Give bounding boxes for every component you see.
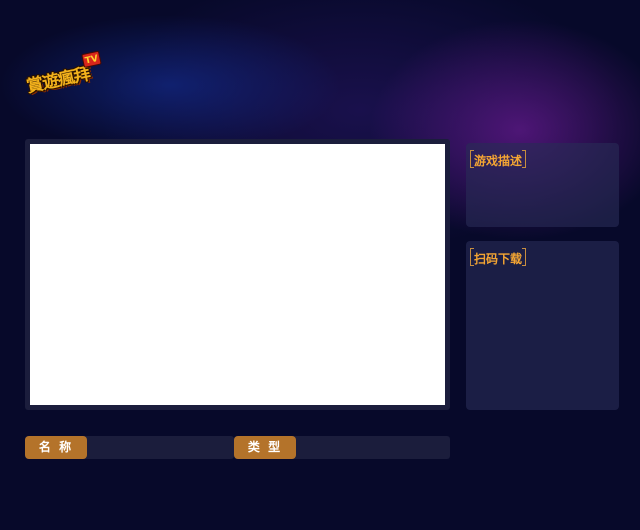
logo-tv-badge: TV — [81, 50, 102, 68]
game-name-bar: 名 称 — [25, 436, 234, 459]
bracket-left-decoration — [470, 150, 474, 168]
bracket-right-decoration — [522, 150, 527, 168]
game-type-bar: 类 型 — [234, 436, 450, 459]
game-description-title-text: 游戏描述 — [474, 154, 523, 168]
logo-text: 賞遊瘋拜 — [24, 64, 92, 98]
game-description-panel: 游戏描述 — [466, 143, 619, 227]
game-name-label: 名 称 — [25, 436, 87, 459]
scan-download-title-text: 扫码下载 — [474, 252, 523, 266]
game-description-title: 游戏描述 — [470, 150, 527, 171]
video-player-frame — [25, 139, 450, 410]
scan-download-panel: 扫码下载 — [466, 241, 619, 410]
scan-download-title: 扫码下载 — [470, 248, 527, 269]
bracket-left-decoration — [470, 248, 474, 266]
video-screen[interactable] — [30, 144, 445, 405]
bracket-right-decoration — [522, 248, 527, 266]
game-type-label: 类 型 — [234, 436, 296, 459]
